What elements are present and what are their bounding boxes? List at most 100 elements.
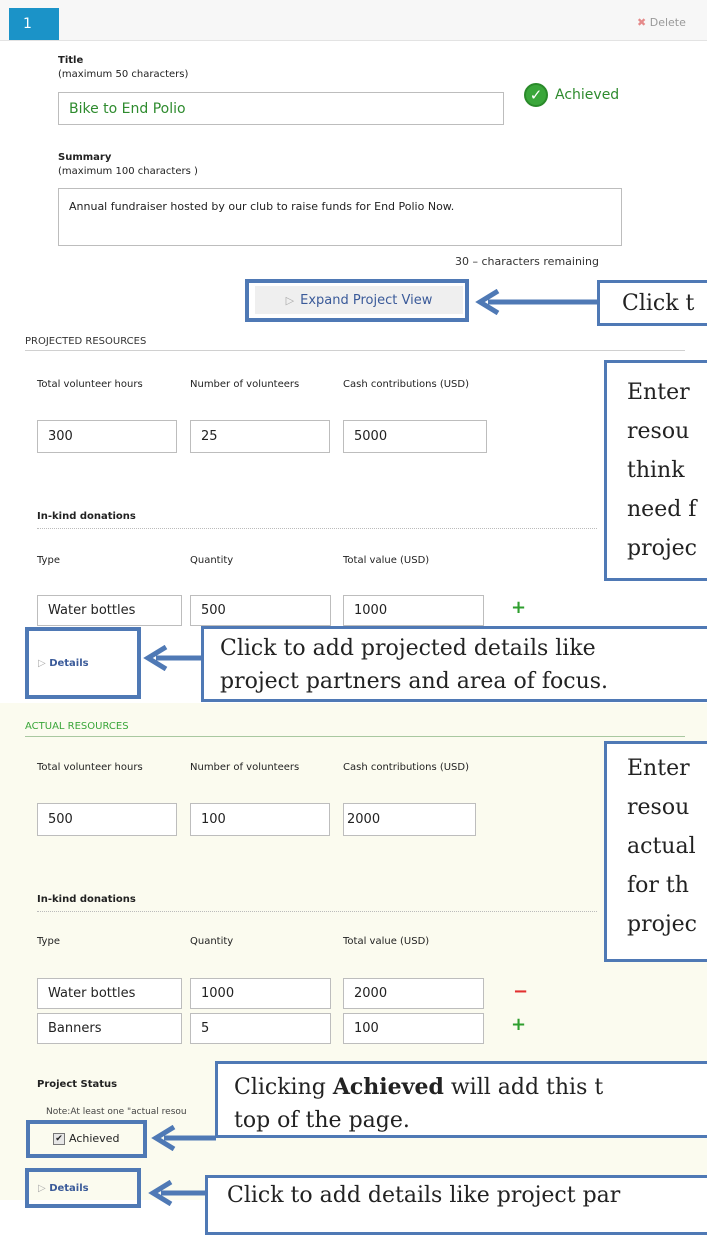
actual-inkind-divider	[37, 911, 597, 912]
actual-qty-input-2[interactable]: 5	[190, 1013, 331, 1044]
actual-value-input-2[interactable]: 100	[343, 1013, 484, 1044]
callout-achieved-bold: Achieved	[332, 1074, 444, 1100]
delete-icon: ✖	[637, 16, 647, 29]
achieved-checkbox-highlight	[26, 1120, 147, 1158]
projected-inkind-heading: In-kind donations	[37, 511, 136, 522]
projected-qty-input[interactable]: 500	[190, 595, 331, 626]
callout-details-bottom-text: Click to add details like project par	[227, 1183, 621, 1208]
callout-projected-details-line-1: Click to add projected details like	[220, 636, 596, 661]
actual-value-input-1[interactable]: 2000	[343, 978, 484, 1009]
actual-col-volunteers: Number of volunteers	[190, 762, 300, 773]
projected-qty-value: 500	[201, 603, 226, 618]
actual-heading: ACTUAL RESOURCES	[25, 721, 129, 732]
projected-col-value: Total value (USD)	[343, 555, 430, 566]
callout-projected-line-5: projec	[627, 536, 698, 561]
actual-col-cash: Cash contributions (USD)	[343, 762, 470, 773]
callout-expand-text: Click t	[622, 291, 695, 316]
projected-details-highlight	[25, 627, 141, 699]
projected-col-type: Type	[37, 555, 60, 566]
projected-hours-value: 300	[48, 429, 73, 444]
projected-inkind-divider	[37, 528, 597, 529]
callout-projected-line-2: resou	[627, 419, 690, 444]
callout-actual-line-3: actual	[627, 834, 696, 859]
projected-cash-value: 5000	[354, 429, 388, 444]
projected-hours-input[interactable]: 300	[37, 420, 177, 453]
callout-expand: Click t	[597, 280, 707, 326]
title-hint: (maximum 50 characters)	[58, 69, 189, 80]
callout-achieved-line-1: Clicking Achieved will add this t	[234, 1071, 707, 1104]
callout-projected-resources: Enter resou think need f projec	[604, 360, 707, 581]
callout-achieved-post: will add this t	[443, 1075, 604, 1100]
actual-hours-value: 500	[48, 812, 73, 827]
callout-actual-line-5: projec	[627, 912, 698, 937]
summary-hint: (maximum 100 characters )	[58, 166, 198, 177]
projected-col-hours: Total volunteer hours	[37, 379, 143, 390]
actual-volunteers-input[interactable]: 100	[190, 803, 330, 836]
title-input[interactable]: Bike to End Polio	[58, 92, 504, 125]
actual-cash-value: 2000	[347, 812, 381, 827]
callout-achieved-pre: Clicking	[234, 1075, 333, 1100]
actual-value-value-1: 2000	[354, 986, 388, 1001]
callout-projected-line-4: need f	[627, 497, 697, 522]
actual-type-value-2: Banners	[48, 1021, 102, 1036]
delete-button[interactable]: ✖ Delete	[637, 16, 686, 29]
callout-actual-line-1: Enter	[627, 756, 690, 781]
callout-projected-line-3: think	[627, 458, 685, 483]
check-circle-icon: ✓	[524, 83, 548, 107]
actual-cash-input[interactable]: 2000	[343, 803, 476, 836]
callout-details-bottom: Click to add details like project par	[205, 1175, 707, 1235]
callout-achieved: Clicking Achieved will add this t top of…	[215, 1061, 707, 1138]
callout-projected-details-line-2: project partners and area of focus.	[220, 669, 609, 694]
achieved-status: ✓ Achieved	[524, 83, 619, 107]
remove-inkind-row-icon[interactable]: −	[513, 981, 528, 1002]
projected-value-value: 1000	[354, 603, 388, 618]
projected-col-volunteers: Number of volunteers	[190, 379, 300, 390]
project-header	[0, 0, 707, 41]
actual-col-hours: Total volunteer hours	[37, 762, 143, 773]
project-status-note: Note:At least one "actual resou	[46, 1107, 187, 1117]
characters-remaining: 30 – characters remaining	[455, 255, 599, 268]
expand-highlight-box	[245, 279, 469, 322]
actual-type-input-1[interactable]: Water bottles	[37, 978, 182, 1009]
achieved-status-label: Achieved	[555, 87, 620, 103]
projected-heading: PROJECTED RESOURCES	[25, 336, 147, 347]
projected-value-input[interactable]: 1000	[343, 595, 484, 626]
achieved-arrow-icon	[151, 1125, 216, 1151]
callout-actual-line-2: resou	[627, 795, 690, 820]
projected-volunteers-input[interactable]: 25	[190, 420, 330, 453]
projected-divider	[25, 350, 685, 351]
actual-type-input-2[interactable]: Banners	[37, 1013, 182, 1044]
actual-type-value-1: Water bottles	[48, 986, 136, 1001]
callout-actual-resources: Enter resou actual for th projec	[604, 741, 707, 962]
actual-volunteers-value: 100	[201, 812, 226, 827]
actual-col-value: Total value (USD)	[343, 936, 430, 947]
project-number-badge: 1	[9, 8, 59, 40]
title-label: Title	[58, 55, 84, 66]
callout-achieved-line-2: top of the page.	[234, 1108, 410, 1133]
actual-divider	[25, 736, 685, 737]
callout-projected-details: Click to add projected details like proj…	[201, 626, 707, 702]
callout-projected-line-1: Enter	[627, 380, 690, 405]
title-value: Bike to End Polio	[69, 100, 186, 117]
projected-cash-input[interactable]: 5000	[343, 420, 487, 453]
actual-value-value-2: 100	[354, 1021, 379, 1036]
status-details-highlight	[25, 1168, 141, 1208]
project-number: 1	[23, 16, 32, 32]
actual-qty-value-2: 5	[201, 1021, 210, 1036]
project-status-heading: Project Status	[37, 1079, 118, 1090]
add-inkind-row-icon[interactable]: +	[511, 597, 526, 618]
summary-textarea[interactable]: Annual fundraiser hosted by our club to …	[58, 188, 622, 246]
actual-inkind-heading: In-kind donations	[37, 894, 136, 905]
expand-arrow-icon	[475, 289, 598, 315]
projected-col-qty: Quantity	[190, 555, 234, 566]
actual-col-type: Type	[37, 936, 60, 947]
actual-hours-input[interactable]: 500	[37, 803, 177, 836]
actual-qty-input-1[interactable]: 1000	[190, 978, 331, 1009]
projected-type-input[interactable]: Water bottles	[37, 595, 182, 626]
actual-col-qty: Quantity	[190, 936, 234, 947]
add-actual-inkind-row-icon[interactable]: +	[511, 1014, 526, 1035]
projected-col-cash: Cash contributions (USD)	[343, 379, 470, 390]
summary-label: Summary	[58, 152, 112, 163]
projected-details-arrow-icon	[143, 645, 202, 671]
actual-qty-value-1: 1000	[201, 986, 235, 1001]
